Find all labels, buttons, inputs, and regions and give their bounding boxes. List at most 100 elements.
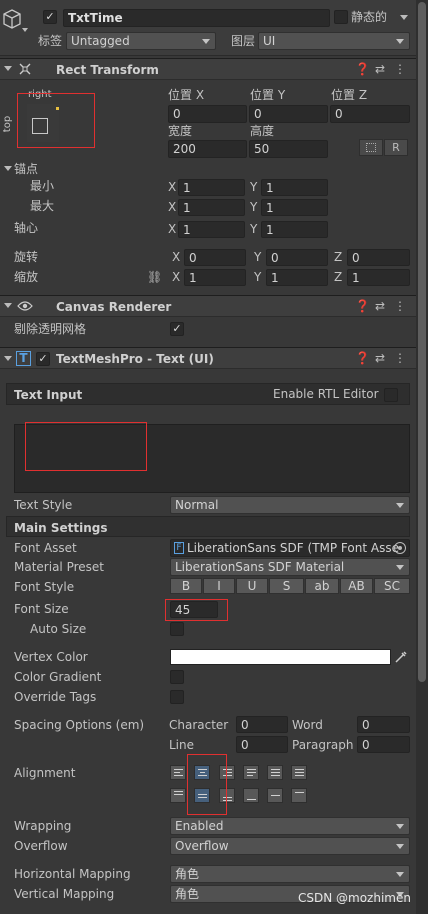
align-flush-button[interactable] bbox=[267, 765, 283, 780]
override-tags-checkbox[interactable] bbox=[170, 690, 184, 704]
pos-x-field[interactable]: 0 bbox=[168, 105, 247, 123]
scrollbar[interactable] bbox=[416, 0, 428, 914]
vertex-color-swatch[interactable] bbox=[170, 649, 391, 665]
horizontal-mapping-dropdown[interactable]: 角色 bbox=[170, 865, 410, 883]
font-style-bold-button[interactable]: B bbox=[170, 578, 202, 594]
static-dropdown-arrow-icon[interactable] bbox=[400, 15, 408, 20]
overflow-dropdown[interactable]: Overflow bbox=[170, 837, 410, 855]
highlight-box bbox=[187, 754, 227, 815]
auto-size-label: Auto Size bbox=[30, 622, 87, 636]
paragraph-label: Paragraph bbox=[292, 738, 354, 752]
active-checkbox[interactable]: ✓ bbox=[43, 10, 57, 24]
scale-x-field[interactable]: 1 bbox=[184, 269, 246, 286]
pos-z-field[interactable]: 0 bbox=[330, 105, 410, 123]
pos-x-label: 位置 X bbox=[168, 88, 205, 102]
canvas-renderer-title: Canvas Renderer bbox=[56, 300, 172, 314]
word-field[interactable]: 0 bbox=[357, 716, 410, 733]
pos-z-label: 位置 Z bbox=[331, 88, 368, 102]
layer-dropdown[interactable]: UI bbox=[258, 32, 410, 50]
object-picker-icon[interactable] bbox=[394, 542, 406, 554]
component-menu-icon[interactable]: ⋮ bbox=[394, 62, 406, 76]
height-label: 高度 bbox=[250, 124, 275, 138]
max-label: 最大 bbox=[30, 199, 55, 213]
highlight-box bbox=[165, 599, 228, 621]
pivot-x-field[interactable]: 1 bbox=[178, 221, 245, 238]
static-checkbox[interactable] bbox=[334, 10, 348, 24]
preset-settings-icon[interactable]: ⇄ bbox=[374, 62, 386, 76]
scale-z-field[interactable]: 1 bbox=[347, 269, 410, 286]
tmp-preset-icon[interactable]: ⇄ bbox=[374, 351, 386, 365]
cull-transparent-label: 剔除透明网格 bbox=[14, 322, 87, 336]
canvas-menu-icon[interactable]: ⋮ bbox=[394, 299, 406, 313]
blueprint-mode-button[interactable] bbox=[359, 139, 383, 156]
foldout-arrow-icon[interactable] bbox=[4, 66, 12, 71]
min-y-field[interactable]: 1 bbox=[261, 179, 328, 196]
pos-y-field[interactable]: 0 bbox=[249, 105, 328, 123]
max-x-axis: X bbox=[168, 200, 177, 214]
link-scale-icon[interactable]: ⛓ bbox=[147, 270, 162, 284]
font-style-strikethrough-button[interactable]: S bbox=[269, 578, 304, 594]
alignment-label: Alignment bbox=[14, 766, 76, 780]
tmp-foldout-arrow-icon[interactable] bbox=[4, 356, 12, 361]
font-asset-field[interactable]: LiberationSans SDF (TMP Font Asse bbox=[170, 539, 410, 557]
width-field[interactable]: 200 bbox=[168, 140, 247, 158]
watermark: CSDN @mozhimen bbox=[298, 891, 411, 905]
align-capline-button[interactable] bbox=[291, 788, 307, 803]
rect-transform-title: Rect Transform bbox=[56, 63, 159, 77]
canvas-preset-icon[interactable]: ⇄ bbox=[374, 299, 386, 313]
tmp-enabled-checkbox[interactable]: ✓ bbox=[36, 352, 50, 366]
align-midline-button[interactable] bbox=[267, 788, 283, 803]
canvas-foldout-arrow-icon[interactable] bbox=[4, 303, 12, 308]
color-gradient-checkbox[interactable] bbox=[170, 670, 184, 684]
font-style-underline-button[interactable]: U bbox=[236, 578, 268, 594]
min-x-field[interactable]: 1 bbox=[178, 179, 245, 196]
layer-label: 图层 bbox=[231, 34, 256, 48]
paragraph-field[interactable]: 0 bbox=[357, 736, 410, 753]
font-style-lowercase-button[interactable]: ab bbox=[305, 578, 339, 594]
font-style-uppercase-button[interactable]: AB bbox=[340, 578, 373, 594]
tmp-help-icon[interactable]: ❓ bbox=[355, 351, 370, 365]
font-style-smallcaps-button[interactable]: SC bbox=[374, 578, 410, 594]
rot-x-field[interactable]: 0 bbox=[184, 249, 246, 266]
canvas-help-icon[interactable]: ❓ bbox=[355, 299, 370, 313]
rot-y-field[interactable]: 0 bbox=[266, 249, 328, 266]
align-left-button[interactable] bbox=[170, 765, 186, 780]
character-field[interactable]: 0 bbox=[236, 716, 288, 733]
align-top-button[interactable] bbox=[170, 788, 186, 803]
help-icon[interactable]: ❓ bbox=[355, 62, 370, 76]
gameobject-cube-icon bbox=[2, 8, 22, 30]
rot-x-axis: X bbox=[172, 250, 181, 264]
rot-z-field[interactable]: 0 bbox=[347, 249, 410, 266]
align-justified-button[interactable] bbox=[243, 765, 259, 780]
anchors-label: 锚点 bbox=[14, 162, 39, 176]
align-geometry-center-button[interactable] bbox=[291, 765, 307, 780]
tag-dropdown[interactable]: Untagged bbox=[66, 32, 216, 50]
eyedropper-icon[interactable] bbox=[393, 649, 409, 665]
cull-transparent-checkbox[interactable]: ✓ bbox=[170, 322, 184, 336]
auto-size-checkbox[interactable] bbox=[170, 622, 184, 636]
object-name-field[interactable]: TxtTime bbox=[63, 9, 330, 27]
align-baseline-button[interactable] bbox=[243, 788, 259, 803]
max-x-field[interactable]: 1 bbox=[178, 199, 245, 216]
word-label: Word bbox=[292, 718, 323, 732]
scale-y-field[interactable]: 1 bbox=[266, 269, 328, 286]
anchors-foldout-arrow-icon[interactable] bbox=[4, 166, 12, 171]
text-style-dropdown[interactable]: Normal bbox=[170, 496, 410, 514]
rtl-editor-checkbox[interactable] bbox=[384, 388, 398, 402]
pivot-y-axis: Y bbox=[250, 222, 258, 236]
font-style-label: Font Style bbox=[14, 580, 75, 594]
font-style-italic-button[interactable]: I bbox=[203, 578, 235, 594]
max-y-field[interactable]: 1 bbox=[261, 199, 328, 216]
icon-dropdown-arrow-icon[interactable] bbox=[22, 28, 28, 32]
wrapping-dropdown[interactable]: Enabled bbox=[170, 817, 410, 835]
vertical-mapping-label: Vertical Mapping bbox=[14, 887, 115, 901]
line-field[interactable]: 0 bbox=[236, 736, 288, 753]
character-label: Character bbox=[169, 718, 229, 732]
raw-edit-button[interactable]: R bbox=[384, 139, 408, 156]
material-preset-dropdown[interactable]: LiberationSans SDF Material bbox=[170, 558, 410, 576]
height-field[interactable]: 50 bbox=[249, 140, 328, 158]
tmp-menu-icon[interactable]: ⋮ bbox=[394, 351, 406, 365]
overflow-label: Overflow bbox=[14, 839, 68, 853]
scrollbar-thumb[interactable] bbox=[418, 2, 426, 682]
pivot-y-field[interactable]: 1 bbox=[261, 221, 328, 238]
